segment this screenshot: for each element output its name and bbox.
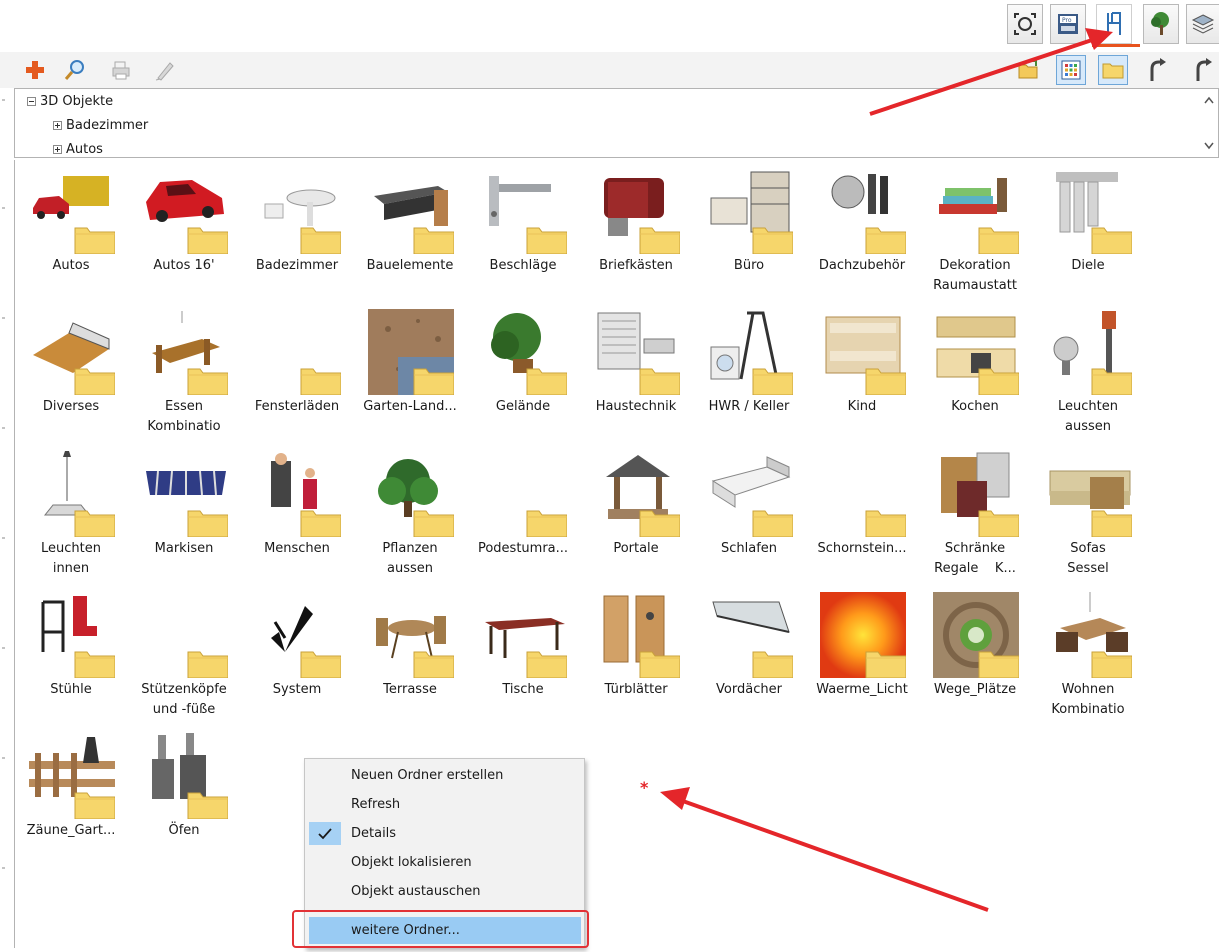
annotation-arrows (660, 28, 1113, 912)
arrow-to-marker (660, 787, 989, 912)
arrow-to-objects-tab (869, 28, 1113, 116)
